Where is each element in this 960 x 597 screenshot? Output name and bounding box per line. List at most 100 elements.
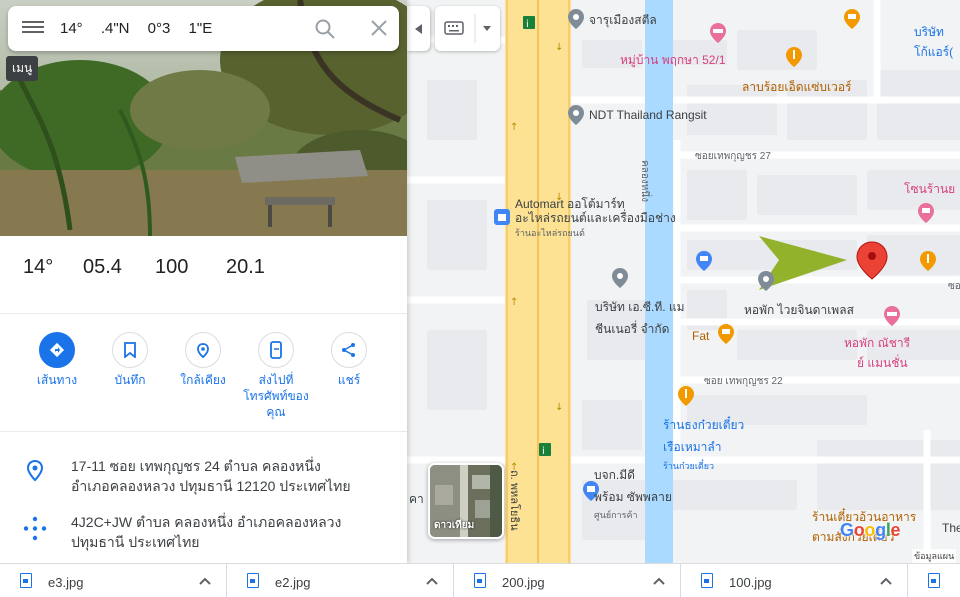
hotel-icon[interactable]: [709, 22, 727, 44]
restaurant-icon[interactable]: [677, 385, 695, 407]
satellite-layer-toggle[interactable]: ดาวเทียม: [428, 463, 504, 539]
input-tools-button[interactable]: [435, 6, 500, 51]
longitude-minutes: 20.1: [226, 256, 265, 278]
coordinates-row: 14° 05.4 100 20.1: [0, 236, 407, 314]
download-item[interactable]: e2.jpg: [227, 564, 454, 597]
save-button[interactable]: บันทึก: [94, 332, 166, 388]
poi-pin-icon[interactable]: [567, 104, 585, 126]
image-file-icon: [20, 573, 32, 588]
search-icon[interactable]: [314, 18, 336, 40]
restaurant-icon[interactable]: [785, 46, 803, 68]
poi-label[interactable]: บริษัท: [914, 25, 944, 39]
directions-icon: [49, 342, 65, 358]
svg-text:↑: ↑: [510, 297, 518, 308]
fastfood-icon[interactable]: [717, 323, 735, 345]
download-filename: e2.jpg: [275, 575, 311, 590]
store-icon[interactable]: [917, 202, 935, 224]
poi-label[interactable]: บริษัท เอ.ซี.ที. แม: [595, 300, 685, 314]
chevron-up-icon[interactable]: [652, 574, 666, 588]
hotel-icon[interactable]: [883, 305, 901, 327]
address-text: 17-11 ซอย เทพกุญชร 24 ตำบล คลองหนึ่ง อำเ…: [71, 458, 351, 494]
road-label: ซอย เทพกุญชร 22: [704, 376, 783, 387]
poi-label[interactable]: โก้แอร์(: [914, 45, 953, 59]
road-label: ซอ: [948, 281, 960, 292]
poi-label[interactable]: โซนร้านย: [904, 182, 955, 196]
image-file-icon: [701, 573, 713, 588]
latitude-degrees: 14°: [23, 256, 54, 278]
poi-pin-icon[interactable]: [567, 8, 585, 30]
svg-text:↓: ↓: [555, 402, 563, 413]
poi-label[interactable]: ชีนเนอรี่ จำกัด: [595, 322, 669, 336]
poi-label[interactable]: หอพัก ไวยจินดาเพลส: [744, 303, 854, 317]
nearby-label: ใกล้เคียง: [180, 373, 226, 387]
close-icon[interactable]: [369, 18, 389, 38]
plus-code-text: 4J2C+JW ตำบล คลองหนึ่ง อำเภอคลองหลวง ปทุ…: [71, 514, 342, 550]
image-file-icon: [474, 573, 486, 588]
send-to-phone-icon: [270, 341, 282, 359]
bookmark-icon: [124, 342, 136, 358]
send-to-phone-button[interactable]: ส่งไปที่ โทรศัพท์ของ คุณ: [240, 332, 312, 420]
poi-label[interactable]: อะไหล่รถยนต์และเครื่องมือช่าง: [515, 211, 676, 225]
poi-label[interactable]: เรือเหมาลำ: [663, 440, 722, 454]
satellite-label: ดาวเทียม: [434, 520, 475, 531]
canal-label: คลองหนึ่ง: [639, 160, 650, 203]
poi-label[interactable]: Fat: [692, 329, 709, 343]
poi-pin-icon[interactable]: [757, 270, 775, 292]
cafe-icon[interactable]: [843, 8, 861, 30]
side-panel: เมนู 14° 05.4 100 20.1 เส้นทาง บันทึก ใก…: [0, 0, 407, 563]
download-bar: e3.jpg e2.jpg 200.jpg 100.jpg: [0, 563, 960, 597]
longitude-degrees: 100: [155, 256, 189, 278]
highway-label: ถ. พหลโยธิน: [508, 470, 520, 531]
road-label: ซอยเทพกุญชร 27: [695, 151, 771, 162]
share-label: แชร์: [337, 373, 361, 387]
svg-text:i: i: [542, 446, 545, 457]
poi-sublabel: ศูนย์การค้า: [594, 510, 638, 520]
collapse-panel-button[interactable]: [407, 6, 430, 51]
directions-label: เส้นทาง: [36, 373, 78, 387]
download-item[interactable]: 100.jpg: [681, 564, 908, 597]
nearby-button[interactable]: ใกล้เคียง: [167, 332, 239, 388]
poi-label[interactable]: คา: [409, 492, 424, 506]
map-data-attribution[interactable]: ข้อมูลแผน: [912, 549, 957, 563]
download-filename: 200.jpg: [502, 575, 545, 590]
poi-label[interactable]: พร้อม ซัพพลาย: [594, 490, 672, 504]
poi-sublabel: ร้านก๋วยเตี๋ยว: [663, 461, 715, 471]
poi-label[interactable]: Automart ออโต้มาร์ท: [515, 197, 625, 211]
caret-left-icon: [414, 23, 422, 34]
chevron-up-icon[interactable]: [198, 574, 212, 588]
poi-label[interactable]: The: [942, 521, 960, 535]
send-to-phone-label: ส่งไปที่ โทรศัพท์ของ คุณ: [243, 373, 309, 419]
poi-label[interactable]: ลาบร้อยเอ็ดแซ่บเวอร์: [742, 80, 851, 94]
image-file-icon: [928, 573, 940, 588]
shopping-cart-icon[interactable]: [695, 250, 713, 272]
poi-label[interactable]: บจก.มีดี: [594, 468, 635, 482]
poi-label[interactable]: หมู่บ้าน พฤกษา 52/1: [620, 53, 726, 67]
svg-text:↑: ↑: [510, 122, 518, 133]
download-item[interactable]: 200.jpg: [454, 564, 681, 597]
poi-label[interactable]: ร้านธงก๋วยเตี๋ยว: [663, 418, 744, 432]
svg-text:i: i: [526, 19, 529, 30]
download-filename: 100.jpg: [729, 575, 772, 590]
restaurant-icon[interactable]: [919, 250, 937, 272]
poi-label[interactable]: จารุเมืองสตีล: [589, 13, 657, 27]
chevron-up-icon[interactable]: [425, 574, 439, 588]
search-input[interactable]: [60, 14, 300, 43]
svg-text:↓: ↓: [555, 42, 563, 53]
google-logo: Google: [840, 520, 901, 540]
chevron-up-icon[interactable]: [879, 574, 893, 588]
poi-label[interactable]: NDT Thailand Rangsit: [589, 108, 707, 122]
download-item[interactable]: e3.jpg: [0, 564, 227, 597]
download-item-partial[interactable]: [908, 564, 960, 597]
keyboard-icon: [444, 14, 491, 43]
shopping-icon[interactable]: [493, 208, 511, 230]
plus-code-icon: [24, 516, 47, 541]
directions-button[interactable]: เส้นทาง: [21, 332, 93, 388]
poi-label[interactable]: ย์ แมนชั่น: [857, 356, 908, 370]
search-box: [8, 6, 399, 51]
share-button[interactable]: แชร์: [313, 332, 385, 388]
menu-button[interactable]: [22, 18, 44, 38]
latitude-minutes: 05.4: [83, 256, 122, 278]
poi-sublabel: ร้านอะไหล่รถยนต์: [515, 228, 585, 238]
poi-pin-icon[interactable]: [611, 267, 629, 289]
poi-label[interactable]: หอพัก ณัชารี: [844, 336, 910, 350]
